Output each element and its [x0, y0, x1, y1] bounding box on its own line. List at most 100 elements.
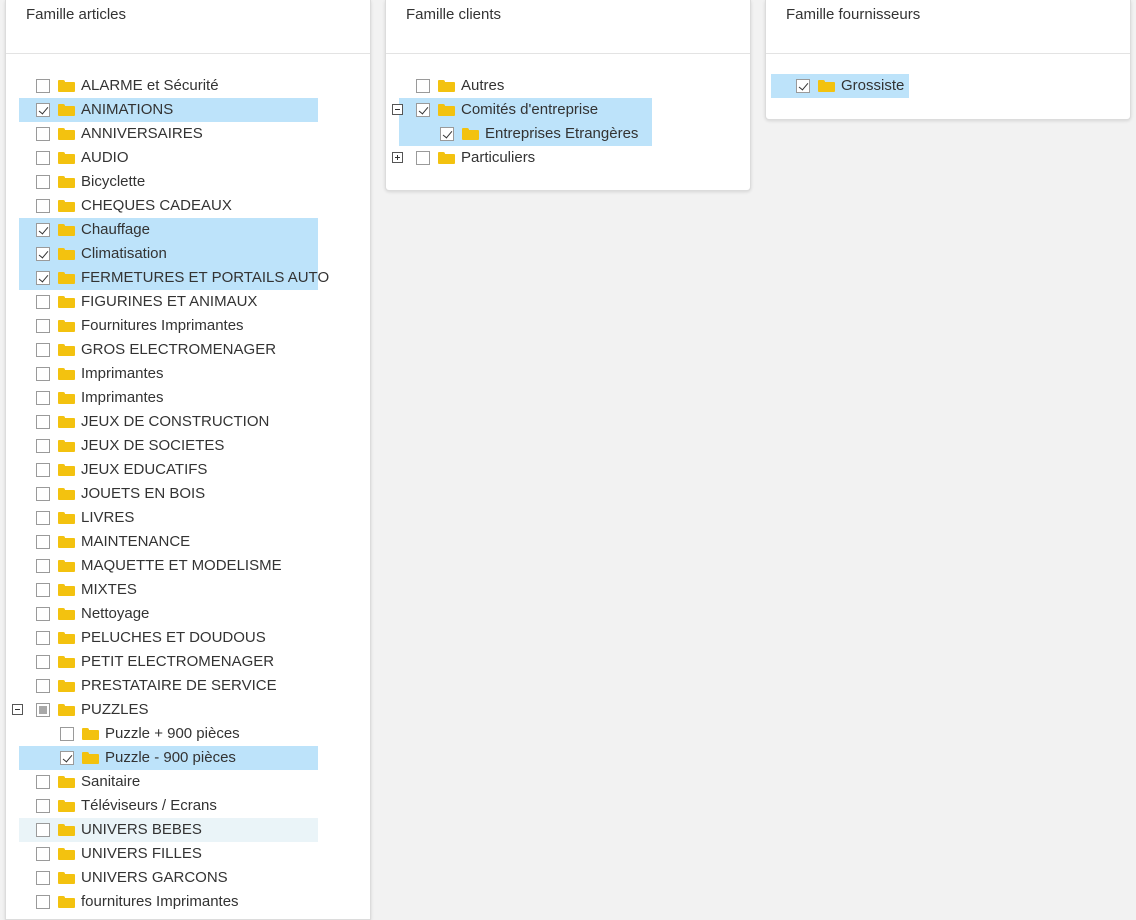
- tree-node[interactable]: Comités d'entreprise: [386, 98, 750, 122]
- checkbox-icon[interactable]: [60, 751, 74, 765]
- tree-node-label[interactable]: MAINTENANCE: [81, 530, 190, 554]
- tree-node-label[interactable]: Nettoyage: [81, 602, 149, 626]
- checkbox-icon[interactable]: [440, 127, 454, 141]
- checkbox-icon[interactable]: [36, 823, 50, 837]
- tree-node-label[interactable]: FERMETURES ET PORTAILS AUTO: [81, 266, 329, 290]
- tree-node[interactable]: Bicyclette: [6, 170, 370, 194]
- tree-node-label[interactable]: JEUX DE SOCIETES: [81, 434, 224, 458]
- checkbox-icon[interactable]: [36, 439, 50, 453]
- tree-node[interactable]: Puzzle + 900 pièces: [6, 722, 370, 746]
- checkbox-icon[interactable]: [36, 463, 50, 477]
- tree-node[interactable]: Puzzle - 900 pièces: [6, 746, 370, 770]
- tree-node[interactable]: MAINTENANCE: [6, 530, 370, 554]
- tree-node[interactable]: JOUETS EN BOIS: [6, 482, 370, 506]
- checkbox-icon[interactable]: [36, 343, 50, 357]
- checkbox-icon[interactable]: [36, 847, 50, 861]
- checkbox-icon[interactable]: [36, 583, 50, 597]
- tree-node[interactable]: Imprimantes: [6, 362, 370, 386]
- tree-node-label[interactable]: JEUX EDUCATIFS: [81, 458, 207, 482]
- tree-node-label[interactable]: UNIVERS FILLES: [81, 842, 202, 866]
- tree-node-label[interactable]: ANNIVERSAIRES: [81, 122, 203, 146]
- tree-node[interactable]: CHEQUES CADEAUX: [6, 194, 370, 218]
- tree-node[interactable]: Sanitaire: [6, 770, 370, 794]
- tree-node-label[interactable]: fournitures Imprimantes: [81, 890, 239, 914]
- tree-node-label[interactable]: Bicyclette: [81, 170, 145, 194]
- tree-node-label[interactable]: AUDIO: [81, 146, 129, 170]
- tree-node[interactable]: Téléviseurs / Ecrans: [6, 794, 370, 818]
- checkbox-icon[interactable]: [36, 103, 50, 117]
- tree-node-label[interactable]: Particuliers: [461, 146, 535, 170]
- tree-node-label[interactable]: MIXTES: [81, 578, 137, 602]
- tree-node-label[interactable]: ALARME et Sécurité: [81, 74, 219, 98]
- tree-node-label[interactable]: JOUETS EN BOIS: [81, 482, 205, 506]
- checkbox-icon[interactable]: [36, 487, 50, 501]
- tree-node-label[interactable]: Puzzle + 900 pièces: [105, 722, 240, 746]
- tree-node[interactable]: JEUX DE CONSTRUCTION: [6, 410, 370, 434]
- checkbox-icon[interactable]: [36, 511, 50, 525]
- checkbox-icon[interactable]: [36, 127, 50, 141]
- collapse-icon[interactable]: [12, 704, 23, 715]
- tree-node-label[interactable]: CHEQUES CADEAUX: [81, 194, 232, 218]
- tree-node-label[interactable]: Imprimantes: [81, 386, 164, 410]
- checkbox-icon[interactable]: [416, 151, 430, 165]
- tree-node[interactable]: Climatisation: [6, 242, 370, 266]
- checkbox-icon[interactable]: [36, 367, 50, 381]
- tree-node-label[interactable]: Grossiste: [841, 74, 904, 98]
- checkbox-icon[interactable]: [36, 631, 50, 645]
- tree-node-label[interactable]: Autres: [461, 74, 504, 98]
- tree-node[interactable]: Autres: [386, 74, 750, 98]
- checkbox-icon[interactable]: [36, 559, 50, 573]
- checkbox-icon[interactable]: [416, 103, 430, 117]
- tree-node[interactable]: MIXTES: [6, 578, 370, 602]
- tree-node-label[interactable]: Puzzle - 900 pièces: [105, 746, 236, 770]
- tree-node[interactable]: Fournitures Imprimantes: [6, 314, 370, 338]
- tree-node-label[interactable]: JEUX DE CONSTRUCTION: [81, 410, 269, 434]
- tree-node[interactable]: Chauffage: [6, 218, 370, 242]
- tree-node[interactable]: UNIVERS GARCONS: [6, 866, 370, 890]
- checkbox-icon[interactable]: [36, 247, 50, 261]
- checkbox-icon[interactable]: [416, 79, 430, 93]
- tree-node[interactable]: UNIVERS FILLES: [6, 842, 370, 866]
- tree-node[interactable]: FERMETURES ET PORTAILS AUTO: [6, 266, 370, 290]
- checkbox-icon[interactable]: [36, 535, 50, 549]
- checkbox-icon[interactable]: [36, 271, 50, 285]
- tree-node-label[interactable]: FIGURINES ET ANIMAUX: [81, 290, 257, 314]
- tree-node-label[interactable]: Téléviseurs / Ecrans: [81, 794, 217, 818]
- tree-node-label[interactable]: Comités d'entreprise: [461, 98, 598, 122]
- checkbox-icon[interactable]: [36, 703, 50, 717]
- tree-node[interactable]: Entreprises Etrangères: [386, 122, 750, 146]
- tree-node[interactable]: FIGURINES ET ANIMAUX: [6, 290, 370, 314]
- tree-node[interactable]: Nettoyage: [6, 602, 370, 626]
- checkbox-icon[interactable]: [36, 79, 50, 93]
- tree-node-label[interactable]: GROS ELECTROMENAGER: [81, 338, 276, 362]
- checkbox-icon[interactable]: [36, 223, 50, 237]
- tree-node[interactable]: MAQUETTE ET MODELISME: [6, 554, 370, 578]
- checkbox-icon[interactable]: [36, 415, 50, 429]
- checkbox-icon[interactable]: [36, 151, 50, 165]
- tree-node[interactable]: PETIT ELECTROMENAGER: [6, 650, 370, 674]
- checkbox-icon[interactable]: [36, 319, 50, 333]
- checkbox-icon[interactable]: [36, 799, 50, 813]
- tree-node-label[interactable]: Chauffage: [81, 218, 150, 242]
- checkbox-icon[interactable]: [796, 79, 810, 93]
- tree-node-label[interactable]: Entreprises Etrangères: [485, 122, 638, 146]
- tree-node[interactable]: fournitures Imprimantes: [6, 890, 370, 914]
- tree-node[interactable]: GROS ELECTROMENAGER: [6, 338, 370, 362]
- expand-icon[interactable]: [392, 152, 403, 163]
- checkbox-icon[interactable]: [36, 175, 50, 189]
- tree-node-label[interactable]: ANIMATIONS: [81, 98, 173, 122]
- tree-node[interactable]: UNIVERS BEBES: [6, 818, 370, 842]
- tree-node-label[interactable]: PELUCHES ET DOUDOUS: [81, 626, 266, 650]
- tree-node[interactable]: PRESTATAIRE DE SERVICE: [6, 674, 370, 698]
- tree-node-label[interactable]: UNIVERS GARCONS: [81, 866, 228, 890]
- checkbox-icon[interactable]: [60, 727, 74, 741]
- tree-node-label[interactable]: PETIT ELECTROMENAGER: [81, 650, 274, 674]
- tree-node-label[interactable]: UNIVERS BEBES: [81, 818, 202, 842]
- tree-node[interactable]: PUZZLES: [6, 698, 370, 722]
- checkbox-icon[interactable]: [36, 199, 50, 213]
- tree-node[interactable]: JEUX DE SOCIETES: [6, 434, 370, 458]
- tree-node[interactable]: LIVRES: [6, 506, 370, 530]
- tree-node[interactable]: AUDIO: [6, 146, 370, 170]
- checkbox-icon[interactable]: [36, 871, 50, 885]
- tree-node-label[interactable]: PUZZLES: [81, 698, 149, 722]
